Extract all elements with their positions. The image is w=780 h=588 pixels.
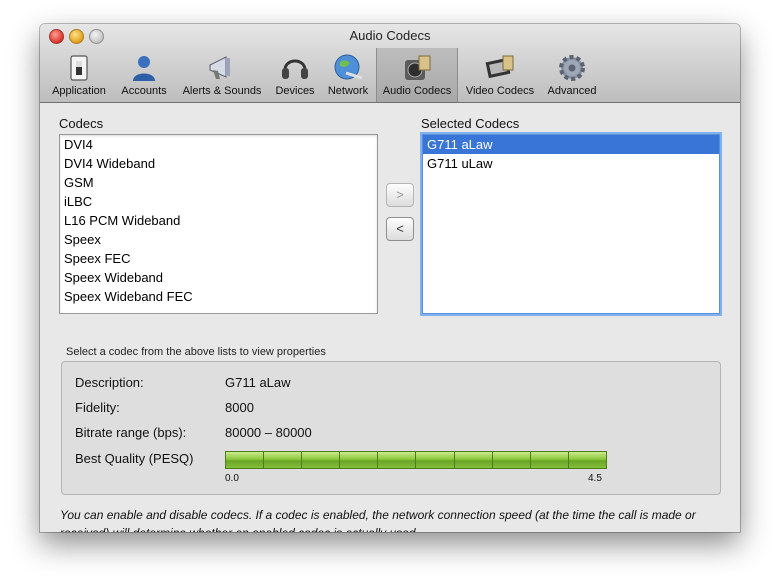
toolbar-item-advanced[interactable]: Advanced: [544, 52, 600, 100]
toolbar-item-label: Video Codecs: [465, 85, 535, 97]
toolbar-item-label: Audio Codecs: [382, 85, 452, 97]
quality-meter-segment: [492, 452, 530, 468]
megaphone-icon: [209, 56, 230, 79]
properties-hint: Select a codec from the above lists to v…: [66, 346, 326, 358]
toolbar-item-video-codecs[interactable]: Video Codecs: [460, 52, 540, 100]
list-item[interactable]: Speex: [60, 230, 377, 249]
list-item[interactable]: Speex Wideband FEC: [60, 287, 377, 306]
list-item[interactable]: Speex FEC: [60, 249, 377, 268]
quality-meter-segment: [454, 452, 492, 468]
codec-panel: Codecs DVI4 DVI4 Wideband GSM iLBC L16 P…: [40, 103, 740, 532]
list-item[interactable]: G711 uLaw: [423, 154, 719, 173]
list-item[interactable]: GSM: [60, 173, 377, 192]
list-item[interactable]: Speex Wideband: [60, 268, 377, 287]
toolbar-item-accounts[interactable]: Accounts: [116, 52, 172, 100]
quality-meter-segment: [568, 452, 606, 468]
window-title: Audio Codecs: [349, 28, 431, 43]
toolbar-item-devices[interactable]: Devices: [272, 52, 318, 100]
bitrate-label: Bitrate range (bps):: [75, 425, 187, 440]
selected-codecs-heading: Selected Codecs: [421, 116, 520, 131]
quality-label: Best Quality (PESQ): [75, 451, 194, 466]
preferences-window: Audio Codecs Application Accounts Alerts…: [40, 24, 740, 532]
quality-meter-segment: [340, 452, 378, 468]
list-item[interactable]: DVI4 Wideband: [60, 154, 377, 173]
remove-codec-button[interactable]: <: [386, 217, 414, 241]
description-label: Description:: [75, 375, 144, 390]
film-codec-icon: [485, 55, 514, 79]
quality-meter-segment: [226, 452, 264, 468]
toolbar-item-label: Alerts & Sounds: [182, 85, 262, 97]
fidelity-label: Fidelity:: [75, 400, 120, 415]
toolbar-item-alerts-sounds[interactable]: Alerts & Sounds: [176, 52, 268, 100]
bitrate-value: 80000 – 80000: [225, 425, 312, 440]
quality-meter-segment: [378, 452, 416, 468]
quality-meter: [225, 451, 607, 469]
quality-meter-segment: [264, 452, 302, 468]
toolbar-item-application[interactable]: Application: [46, 52, 112, 100]
toolbar-item-label: Accounts: [121, 85, 167, 97]
quality-meter-segment: [416, 452, 454, 468]
toolbar-item-audio-codecs[interactable]: Audio Codecs: [376, 48, 458, 102]
list-item[interactable]: DVI4: [60, 135, 377, 154]
quality-meter-segment: [530, 452, 568, 468]
add-codec-button[interactable]: >: [386, 183, 414, 207]
gear-icon: [559, 55, 585, 81]
selected-codecs-list[interactable]: G711 aLaw G711 uLaw: [422, 134, 720, 314]
application-switch-icon: [70, 55, 88, 81]
toolbar-item-network[interactable]: Network: [322, 52, 374, 100]
quality-meter-segment: [302, 452, 340, 468]
toolbar-item-label: Devices: [275, 85, 315, 97]
list-item[interactable]: G711 aLaw: [423, 135, 719, 154]
description-value: G711 aLaw: [225, 375, 291, 390]
toolbar-item-label: Network: [327, 85, 369, 97]
headset-icon: [282, 59, 308, 79]
speaker-codec-icon: [405, 55, 431, 80]
codec-properties-box: Description: G711 aLaw Fidelity: 8000 Bi…: [61, 361, 721, 495]
toolbar: Audio Codecs Application Accounts Alerts…: [40, 24, 740, 103]
list-item[interactable]: L16 PCM Wideband: [60, 211, 377, 230]
quality-max-label: 4.5: [588, 473, 602, 484]
quality-min-label: 0.0: [225, 473, 239, 484]
network-globe-icon: [334, 54, 363, 80]
list-item[interactable]: iLBC: [60, 192, 377, 211]
codecs-heading: Codecs: [59, 116, 104, 131]
fidelity-value: 8000: [225, 400, 254, 415]
toolbar-item-label: Application: [52, 85, 106, 97]
available-codecs-list[interactable]: DVI4 DVI4 Wideband GSM iLBC L16 PCM Wide…: [59, 134, 378, 314]
codec-footnote: You can enable and disable codecs. If a …: [60, 508, 696, 532]
person-icon: [133, 56, 155, 81]
toolbar-item-label: Advanced: [547, 85, 597, 97]
